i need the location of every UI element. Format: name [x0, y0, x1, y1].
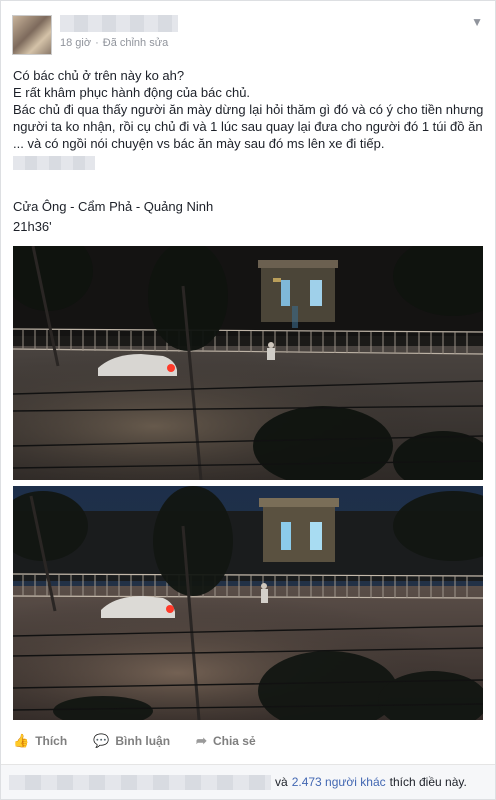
post-location: Cửa Ông - Cẩm Phả - Quảng Ninh — [13, 199, 214, 214]
post-photo[interactable] — [13, 486, 483, 720]
share-arrow-icon: ➦ — [196, 733, 207, 748]
likes-others-link[interactable]: 2.473 người khác — [292, 775, 386, 789]
redacted-text — [13, 156, 95, 170]
post-photo[interactable] — [13, 246, 483, 480]
post-line: Có bác chủ ở trên này ko ah? — [13, 68, 185, 83]
comment-icon: 💬 — [93, 733, 110, 748]
post-line: Bác chủ đi qua thấy người ăn mày dừng lạ… — [13, 102, 484, 151]
like-button[interactable]: 👍 Thích — [13, 733, 67, 749]
night-street-photo — [13, 246, 483, 480]
post-timestamp: 21h36' — [13, 219, 52, 234]
comment-label: Bình luận — [115, 734, 171, 748]
likes-suffix: thích điều này. — [389, 775, 467, 789]
post-meta: 18 giờ · Đã chỉnh sửa — [60, 37, 168, 49]
post-time[interactable]: 18 giờ — [60, 37, 91, 49]
night-street-photo — [13, 486, 483, 720]
meta-separator: · — [95, 37, 99, 49]
likes-summary: và 2.473 người khác thích điều này. — [1, 765, 495, 799]
liker-names-redacted[interactable] — [9, 774, 271, 790]
post-actions: 👍 Thích 💬 Bình luận ➦ Chia sẻ — [13, 733, 256, 749]
likes-and: và — [275, 775, 288, 789]
chevron-down-icon[interactable]: ▼ — [471, 15, 483, 29]
comment-button[interactable]: 💬 Bình luận — [93, 733, 170, 749]
edited-label[interactable]: Đã chỉnh sửa — [103, 37, 168, 49]
avatar[interactable] — [12, 15, 52, 55]
post-body: Có bác chủ ở trên này ko ah? E rất khâm … — [13, 67, 487, 174]
author-name-redacted[interactable] — [60, 15, 178, 32]
share-button[interactable]: ➦ Chia sẻ — [196, 733, 256, 749]
share-label: Chia sẻ — [212, 734, 256, 748]
like-label: Thích — [35, 734, 68, 748]
post-line: E rất khâm phục hành động của bác chủ. — [13, 85, 251, 100]
facebook-post-card: 18 giờ · Đã chỉnh sửa ▼ Có bác chủ ở trê… — [0, 0, 496, 800]
thumbs-up-icon: 👍 — [13, 733, 30, 748]
